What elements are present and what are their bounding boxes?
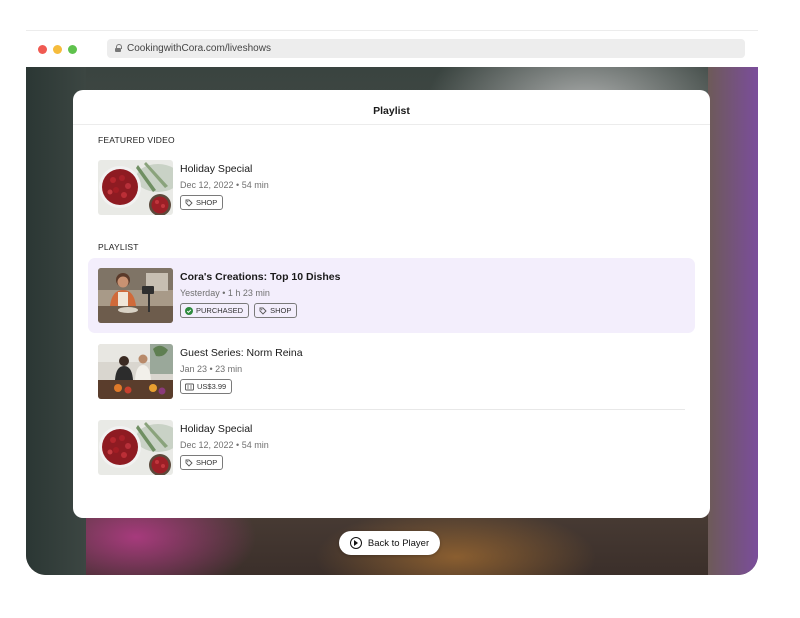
address-bar[interactable]: CookingwithCora.com/liveshows [107,39,745,58]
lock-icon [115,44,122,52]
maximize-window-button[interactable] [68,45,77,54]
ticket-icon [185,383,194,390]
purchased-badge: PURCHASED [180,303,250,318]
video-meta: Dec 12, 2022 • 54 min [180,180,269,190]
tag-icon [259,307,267,315]
check-circle-icon [185,306,193,315]
video-thumbnail [98,420,173,475]
video-meta: Jan 23 • 23 min [180,364,243,374]
video-thumbnail [98,160,173,215]
back-to-player-button[interactable]: Back to Player [339,531,440,555]
video-title: Holiday Special [180,163,253,175]
minimize-window-button[interactable] [53,45,62,54]
tag-icon [185,459,193,467]
video-meta: Yesterday • 1 h 23 min [180,288,270,298]
url-text: CookingwithCora.com/liveshows [127,43,271,54]
price-tag[interactable]: US$3.99 [180,379,233,394]
playlist-heading: PLAYLIST [98,242,139,252]
video-title: Guest Series: Norm Reina [180,347,303,359]
modal-title: Playlist [73,90,710,125]
video-meta: Dec 12, 2022 • 54 min [180,440,269,450]
playlist-item[interactable]: Guest Series: Norm Reina Jan 23 • 23 min… [88,334,695,409]
shop-tag[interactable]: SHOP [254,303,298,318]
video-thumbnail [98,268,173,323]
shop-tag[interactable]: SHOP [180,455,224,470]
featured-video-heading: FEATURED VIDEO [98,135,175,145]
browser-toolbar: CookingwithCora.com/liveshows [26,30,758,68]
video-thumbnail [98,344,173,399]
playlist-item[interactable]: Cora's Creations: Top 10 Dishes Yesterda… [88,258,695,333]
playlist-item[interactable]: Holiday Special Dec 12, 2022 • 54 min SH… [88,410,695,485]
close-window-button[interactable] [38,45,47,54]
shop-tag[interactable]: SHOP [180,195,224,210]
tag-icon [185,199,193,207]
video-title: Holiday Special [180,423,253,435]
featured-video-item[interactable]: Holiday Special Dec 12, 2022 • 54 min SH… [88,150,695,225]
back-to-player-label: Back to Player [367,537,430,549]
play-icon [349,537,362,549]
video-title: Cora's Creations: Top 10 Dishes [180,271,341,283]
playlist-modal: Playlist FEATURED VIDEO Holiday Special … [73,90,710,518]
